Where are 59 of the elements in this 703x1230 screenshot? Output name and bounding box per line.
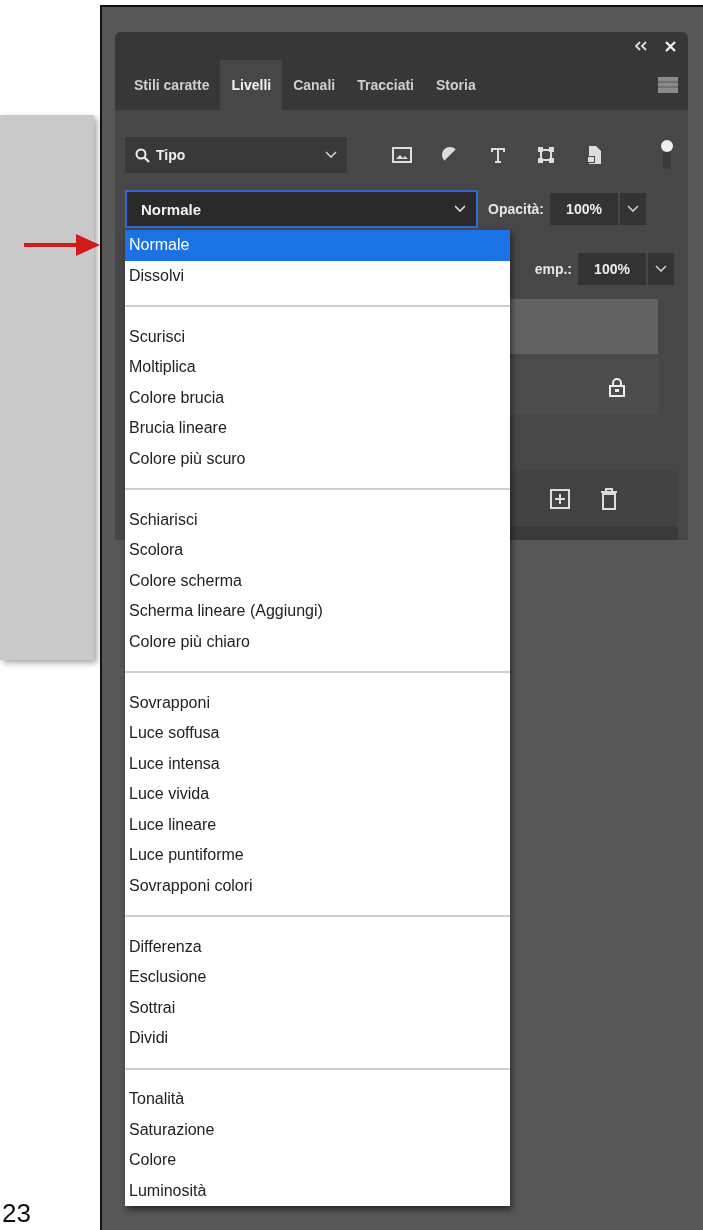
panel-tab[interactable]: Tracciati — [346, 60, 425, 110]
panel-tab[interactable]: Livelli — [220, 60, 283, 110]
menu-item[interactable]: Scolora — [125, 535, 510, 566]
menu-item[interactable]: Luce vivida — [125, 779, 510, 810]
menu-item[interactable]: Scurisci — [125, 321, 510, 352]
menu-item[interactable]: Colore più chiaro — [125, 626, 510, 657]
page-number: 23 — [2, 1200, 32, 1226]
menu-item[interactable]: Sottrai — [125, 992, 510, 1023]
menu-item[interactable]: Colore — [125, 1145, 510, 1176]
menu-item[interactable]: Luce puntiforme — [125, 840, 510, 871]
filter-select[interactable]: Tipo — [125, 137, 347, 173]
menu-item[interactable]: Colore più scuro — [125, 443, 510, 474]
image-icon[interactable] — [392, 147, 412, 163]
opacity-dropdown[interactable] — [620, 193, 646, 225]
menu-item[interactable]: Colore brucia — [125, 382, 510, 413]
panel-tab[interactable]: Storia — [425, 60, 487, 110]
menu-item[interactable]: Luce lineare — [125, 809, 510, 840]
panel-tab[interactable]: Stili caratte — [123, 60, 221, 110]
blend-mode-select[interactable]: Normale — [125, 190, 478, 228]
arrow-icon — [24, 232, 100, 258]
menu-item[interactable]: Saturazione — [125, 1114, 510, 1145]
menu-item[interactable]: Moltiplica — [125, 352, 510, 383]
fill-field[interactable]: 100% — [578, 253, 646, 285]
menu-item[interactable]: Tonalità — [125, 1084, 510, 1115]
chevron-icon — [454, 205, 466, 213]
search-icon — [135, 147, 150, 163]
transform-icon[interactable] — [537, 146, 555, 164]
menu-item[interactable]: Luce intensa — [125, 748, 510, 779]
filter-value: Tipo — [156, 147, 186, 163]
menu-item[interactable]: Scherma lineare (Aggiungi) — [125, 596, 510, 627]
menu-item[interactable]: Sovrapponi — [125, 687, 510, 718]
menu-item[interactable]: Colore scherma — [125, 565, 510, 596]
chevron-icon — [655, 265, 667, 273]
menu-item[interactable]: Dissolvi — [125, 260, 510, 291]
fill-label: emp.: — [534, 261, 572, 277]
menu-item[interactable]: Luminosità — [125, 1175, 510, 1206]
opacity-label: Opacità: — [488, 201, 544, 217]
new-layer-icon[interactable] — [550, 488, 570, 509]
menu-item[interactable]: Dividi — [125, 1023, 510, 1054]
filter-toggle[interactable] — [660, 139, 674, 171]
panel-tab[interactable]: Canali — [282, 60, 347, 110]
menu-item[interactable]: Normale — [125, 230, 510, 261]
collapse-icon[interactable] — [635, 41, 647, 51]
lock-icon — [608, 376, 626, 397]
text-icon[interactable] — [489, 146, 507, 164]
close-icon[interactable] — [665, 40, 676, 52]
menu-item[interactable]: Brucia lineare — [125, 413, 510, 444]
menu-item[interactable]: Luce soffusa — [125, 718, 510, 749]
chevron-icon — [325, 151, 337, 159]
half-circle-icon[interactable] — [441, 146, 459, 164]
fill-dropdown[interactable] — [648, 253, 674, 285]
chevron-icon — [627, 205, 639, 213]
menu-item[interactable]: Differenza — [125, 931, 510, 962]
opacity-field[interactable]: 100% — [550, 193, 618, 225]
trash-icon[interactable] — [600, 487, 618, 510]
menu-item[interactable]: Sovrapponi colori — [125, 870, 510, 901]
menu-item[interactable]: Esclusione — [125, 962, 510, 993]
menu-item[interactable]: Schiarisci — [125, 504, 510, 535]
document-lock-icon[interactable] — [586, 145, 602, 165]
